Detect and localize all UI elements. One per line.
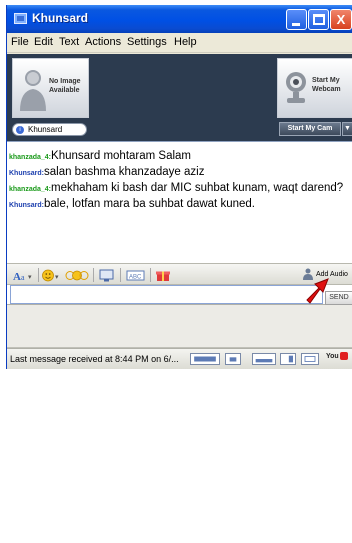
status-bar: Last message received at 8:44 PM on 6/..… <box>7 348 352 369</box>
start-cam-dropdown-button[interactable]: ▼ <box>342 122 352 136</box>
menu-help[interactable]: Help <box>174 36 197 48</box>
svg-text:a: a <box>21 273 25 282</box>
svg-text:ABC: ABC <box>129 275 142 281</box>
menu-text[interactable]: Text <box>59 36 79 48</box>
username-pill[interactable]: i Khunsard <box>12 123 87 136</box>
username-label: Khunsard <box>28 125 63 134</box>
close-button[interactable]: X <box>330 9 352 30</box>
gift-icon[interactable] <box>156 269 170 282</box>
toolbar-separator <box>150 268 151 282</box>
toolbar-separator <box>120 268 121 282</box>
message-input-row: SEND <box>7 285 352 305</box>
input-spacer <box>7 305 352 348</box>
emoticon-icon[interactable]: ▾ <box>42 269 62 282</box>
svg-text:▾: ▾ <box>55 274 59 281</box>
no-image-text: No Image Available <box>49 78 81 94</box>
svg-text:A: A <box>13 271 21 282</box>
chat-text: bale, lotfan mara ba suhbat dawat kuned. <box>44 198 255 210</box>
chat-nick: khanzada_4: <box>9 154 52 161</box>
toolbar-separator <box>93 268 94 282</box>
maximize-icon <box>313 14 325 25</box>
menu-edit[interactable]: Edit <box>34 36 53 48</box>
chat-nick: khanzada_4: <box>9 186 52 193</box>
maximize-button[interactable] <box>308 9 329 30</box>
webcam-icon <box>286 72 306 103</box>
message-input[interactable] <box>10 285 323 304</box>
profile-image-placeholder: No Image Available <box>12 58 89 118</box>
menu-settings[interactable]: Settings <box>127 36 167 48</box>
font-icon[interactable]: A a ▾ <box>13 269 35 282</box>
title-bar[interactable]: Khunsard X <box>7 5 352 33</box>
window-title: Khunsard <box>32 11 89 25</box>
chat-message: Khunsard:salan bashma khanzadaye aziz <box>9 165 347 181</box>
webcam-text: Start My Webcam <box>312 77 341 93</box>
keyboard-icon[interactable] <box>190 353 220 365</box>
toolbar-separator <box>38 268 39 282</box>
chat-message: khanzada_4:mekhaham ki bash dar MIC suhb… <box>9 181 347 197</box>
screen-icon[interactable] <box>99 269 115 282</box>
menu-actions[interactable]: Actions <box>85 36 121 48</box>
start-webcam-panel[interactable]: Start My Webcam <box>277 58 352 118</box>
minimize-button[interactable] <box>286 9 307 30</box>
profile-header: No Image Available i Khunsard Start My W… <box>7 54 352 141</box>
chat-text: mekhaham ki bash dar MIC suhbat kunam, w… <box>51 182 344 194</box>
app-window: Khunsard X File Edit Text Actions Settin… <box>6 5 352 369</box>
start-my-cam-button[interactable]: Start My Cam <box>279 122 341 136</box>
chat-message: khanzada_4:Khunsard mohtaram Salam <box>9 149 347 165</box>
chat-message: Khunsard:bale, lotfan mara ba suhbat daw… <box>9 197 347 213</box>
svg-text:▾: ▾ <box>28 274 32 281</box>
youtube-icon <box>339 352 348 360</box>
menu-bar: File Edit Text Actions Settings Help <box>7 33 352 53</box>
view-wide-icon[interactable] <box>252 353 276 365</box>
app-icon <box>14 13 27 24</box>
minimize-icon <box>292 23 300 26</box>
chat-text: salan bashma khanzadaye aziz <box>44 166 205 178</box>
view-layout-icon[interactable] <box>301 353 319 365</box>
youtube-button[interactable]: You <box>326 352 348 365</box>
animated-emoticon-icon[interactable] <box>65 269 89 282</box>
red-arrow-annotation <box>306 278 329 304</box>
chat-nick: Khunsard: <box>9 202 44 209</box>
formatting-toolbar: A a ▾ ▾ ABC Add Audio <box>7 263 352 285</box>
view-split-icon[interactable] <box>280 353 296 365</box>
user-status-icon: i <box>16 126 24 134</box>
menu-file[interactable]: File <box>11 36 29 48</box>
webcam-view-icon[interactable]: ABC <box>126 269 146 282</box>
person-silhouette-icon <box>20 70 46 111</box>
status-text: Last message received at 8:44 PM on 6/..… <box>10 354 179 364</box>
view-single-icon[interactable] <box>225 353 241 365</box>
chat-nick: Khunsard: <box>9 170 44 177</box>
youtube-label: You <box>326 352 339 360</box>
chat-log[interactable]: khanzada_4:Khunsard mohtaram Salam Khuns… <box>7 141 352 263</box>
chat-text: Khunsard mohtaram Salam <box>51 150 192 162</box>
